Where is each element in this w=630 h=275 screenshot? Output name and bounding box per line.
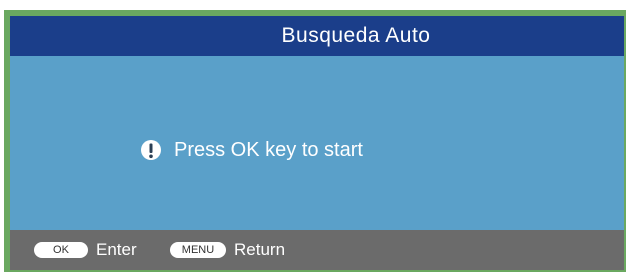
hint-enter-label: Enter — [96, 240, 137, 259]
hint-enter[interactable]: OK Enter — [34, 240, 137, 260]
title-bar: Busqueda Auto — [10, 16, 624, 56]
ok-key-badge: OK — [34, 242, 88, 258]
screen: Busqueda Auto Press OK key to start OK E… — [0, 0, 630, 275]
hint-return-label: Return — [234, 240, 286, 259]
main-panel: Press OK key to start — [10, 56, 624, 230]
hint-return[interactable]: MENU Return — [170, 240, 285, 260]
info-icon — [140, 139, 162, 161]
menu-key-badge: MENU — [170, 242, 226, 258]
dialog-title: Busqueda Auto — [281, 24, 431, 47]
start-message: Press OK key to start — [140, 137, 363, 163]
message-text: Press OK key to start — [174, 138, 363, 161]
footer-bar: OK Enter MENU Return — [10, 230, 624, 270]
